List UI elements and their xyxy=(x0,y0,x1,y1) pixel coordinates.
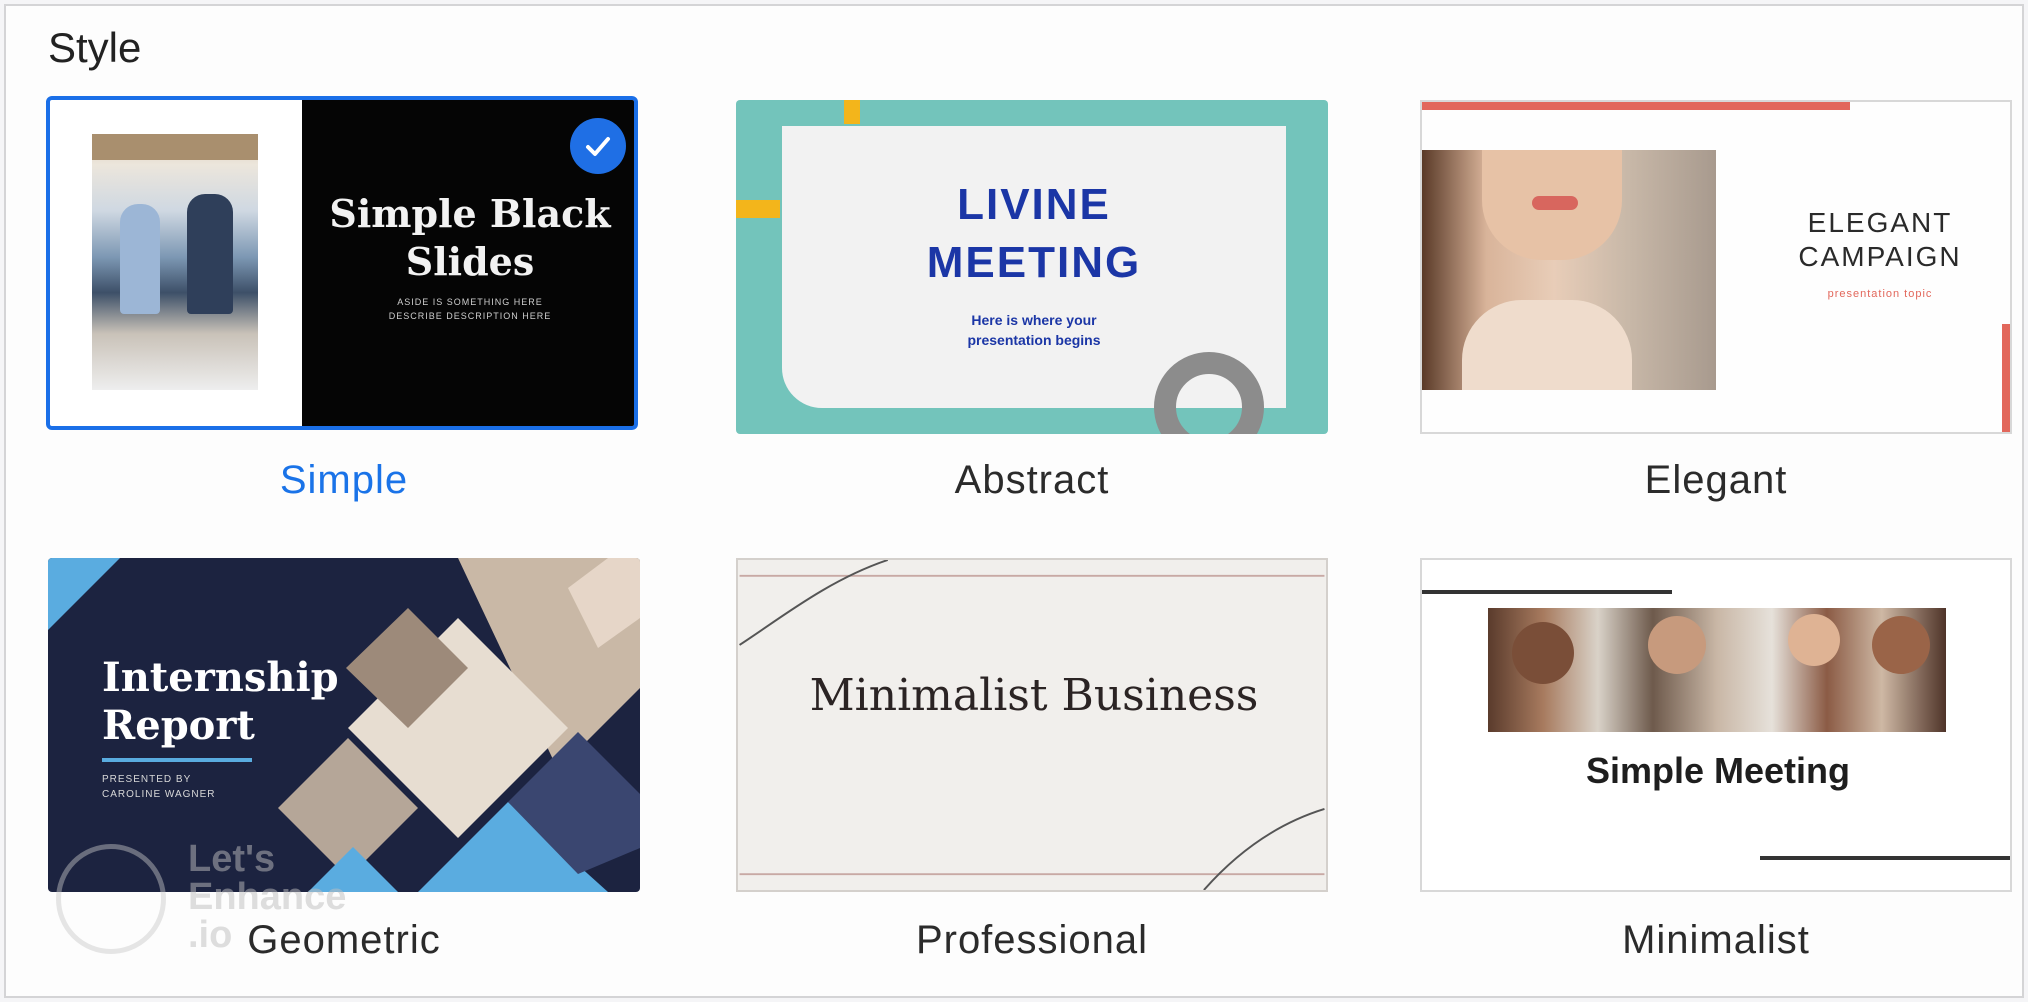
style-card-abstract[interactable]: LIVINE MEETING Here is where your presen… xyxy=(736,100,1328,434)
thumb-coral-bar-top xyxy=(1422,102,1850,110)
watermark-logo xyxy=(56,844,166,954)
thumb-line-decoration xyxy=(739,560,1325,890)
style-card-minimalist[interactable]: Simple Meeting xyxy=(1420,558,2012,892)
thumb-title: Internship Report xyxy=(102,654,339,749)
style-caption-professional[interactable]: Professional xyxy=(732,918,1332,963)
thumb-yellow-accent xyxy=(844,100,860,124)
thumb-title: Simple Meeting xyxy=(1585,750,1851,791)
thumb-photo-group xyxy=(1488,608,1946,732)
thumb-bottom-line xyxy=(1760,856,2010,860)
style-caption-minimalist[interactable]: Minimalist xyxy=(1416,918,2016,963)
thumb-yellow-accent-side xyxy=(736,200,780,218)
section-title: Style xyxy=(48,24,142,71)
thumb-subtitle: presentation topic xyxy=(1827,288,1933,300)
style-caption-abstract[interactable]: Abstract xyxy=(732,458,1332,503)
style-card-professional[interactable]: Minimalist Business xyxy=(736,558,1328,892)
style-caption-elegant[interactable]: Elegant xyxy=(1416,458,2016,503)
style-caption-simple[interactable]: Simple xyxy=(44,458,644,503)
thumb-photo-portrait xyxy=(1422,150,1716,390)
selected-checkmark-icon xyxy=(570,118,626,174)
thumb-title: Simple Black Slides xyxy=(329,191,611,284)
style-card-elegant[interactable]: ELEGANT CAMPAIGN presentation topic xyxy=(1420,100,2012,434)
thumb-top-line xyxy=(1422,590,1672,594)
thumb-title: LIVINE MEETING xyxy=(926,180,1142,287)
style-panel: Style Simple Black Slides ASIDE IS SOMET… xyxy=(4,4,2024,998)
style-card-simple[interactable]: Simple Black Slides ASIDE IS SOMETHING H… xyxy=(46,96,638,430)
watermark-text: Let's Enhance .io xyxy=(188,838,347,956)
thumb-gray-ring xyxy=(1154,352,1264,434)
thumb-photo-office xyxy=(92,134,258,390)
thumb-white-card: LIVINE MEETING Here is where your presen… xyxy=(782,126,1286,434)
thumb-subtitle: ASIDE IS SOMETHING HERE DESCRIBE DESCRIP… xyxy=(388,297,552,321)
thumb-title: Minimalist Business xyxy=(809,670,1259,721)
thumb-title: ELEGANT CAMPAIGN xyxy=(1798,207,1962,272)
thumb-coral-bar-right xyxy=(2002,324,2010,432)
thumb-subtitle: Here is where your presentation begins xyxy=(967,312,1101,348)
thumb-divider xyxy=(102,758,252,762)
thumb-subtitle: PRESENTED BY CAROLINE WAGNER xyxy=(102,774,216,800)
